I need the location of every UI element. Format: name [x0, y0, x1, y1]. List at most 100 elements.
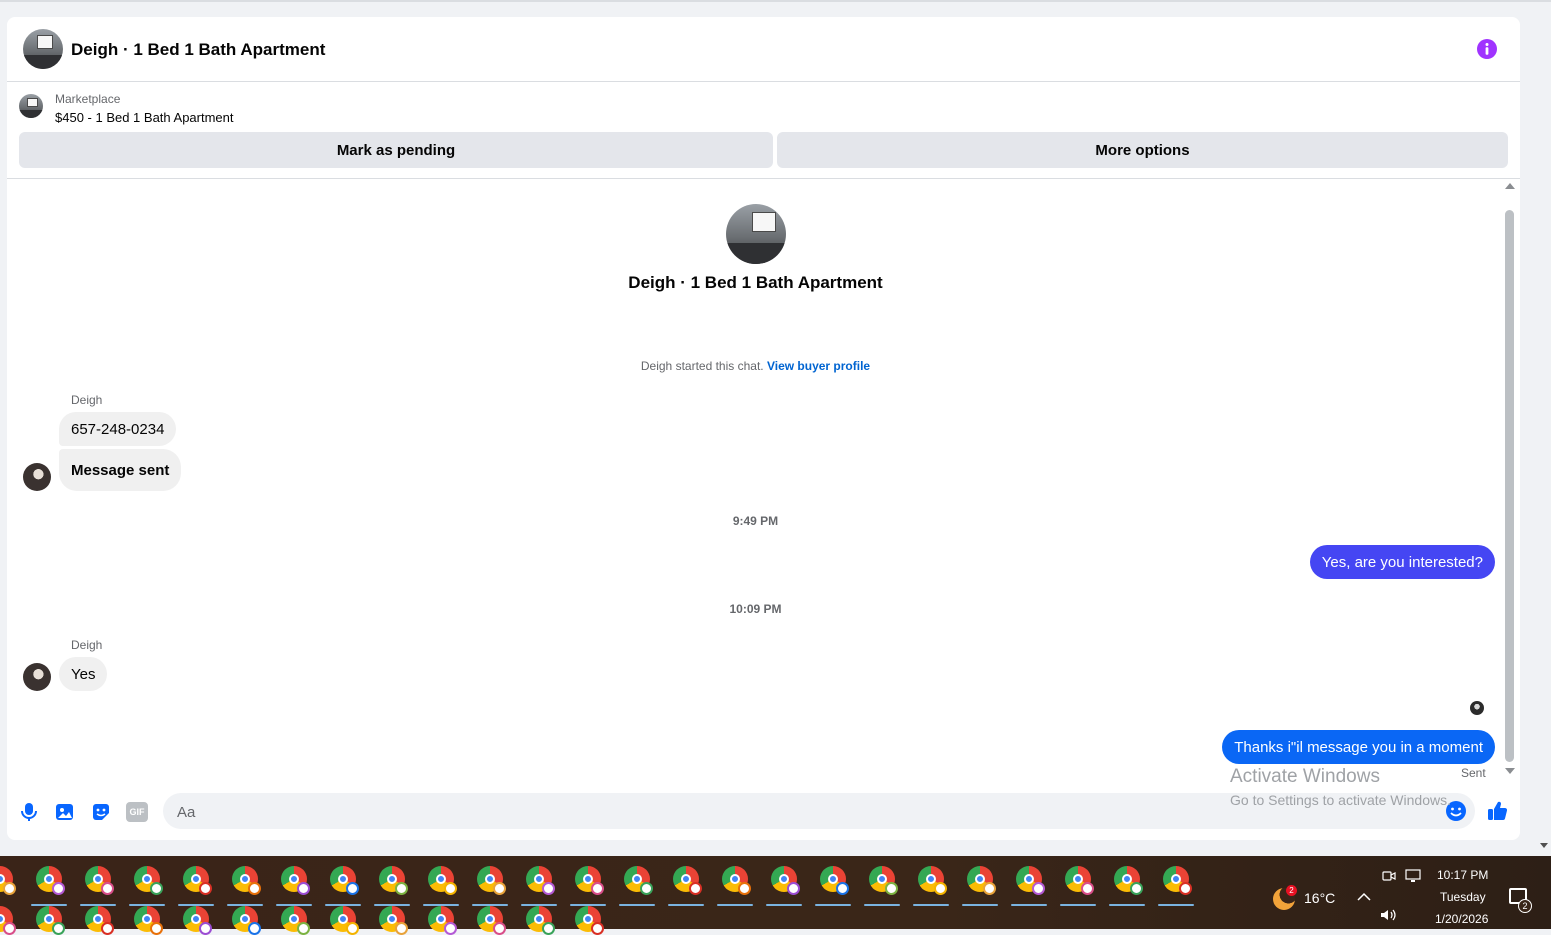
chat-started-notice: Deigh started this chat. View buyer prof…	[7, 359, 1504, 373]
info-icon[interactable]	[1477, 39, 1497, 59]
page-scroll-down-arrow[interactable]	[1540, 843, 1548, 848]
clock-time[interactable]: 10:17 PM	[1437, 868, 1488, 882]
chrome-taskbar-icon[interactable]	[428, 866, 457, 895]
chrome-taskbar-icon[interactable]	[477, 866, 506, 895]
clock-date[interactable]: 1/20/2026	[1435, 912, 1488, 926]
scroll-up-arrow[interactable]	[1505, 183, 1515, 189]
chrome-taskbar-icon[interactable]	[330, 866, 359, 895]
taskbar-running-indicator	[1060, 904, 1096, 906]
chrome-taskbar-icon[interactable]	[232, 906, 261, 935]
chrome-taskbar-icon[interactable]	[281, 906, 310, 935]
chrome-taskbar-icon[interactable]	[526, 906, 555, 935]
chrome-taskbar-icon[interactable]	[967, 866, 996, 895]
chrome-taskbar-icon[interactable]	[232, 866, 261, 895]
chrome-taskbar-icon[interactable]	[1114, 866, 1143, 895]
network-icon[interactable]	[1405, 869, 1421, 883]
message-composer: GIF	[7, 785, 1520, 840]
chrome-taskbar-icon[interactable]	[330, 906, 359, 935]
taskbar-running-indicator	[619, 904, 655, 906]
chrome-taskbar-icon[interactable]	[36, 906, 65, 935]
taskbar-running-indicator	[962, 904, 998, 906]
chat-window: Deigh · 1 Bed 1 Bath Apartment Marketpla…	[7, 17, 1520, 840]
message-sent-status: Sent	[1461, 766, 1486, 780]
emoji-icon[interactable]	[1445, 800, 1467, 822]
chat-title[interactable]: Deigh · 1 Bed 1 Bath Apartment	[71, 40, 325, 60]
seen-indicator-avatar	[1470, 701, 1484, 715]
microphone-icon[interactable]	[18, 801, 40, 823]
notification-count-badge: 2	[1518, 899, 1532, 913]
chrome-taskbar-icon[interactable]	[281, 866, 310, 895]
chrome-taskbar-icon[interactable]	[771, 866, 800, 895]
chrome-taskbar-icon[interactable]	[85, 866, 114, 895]
window-top-border	[0, 0, 1551, 2]
taskbar-running-indicator	[913, 904, 949, 906]
chevron-up-icon[interactable]	[1357, 892, 1371, 902]
message-input[interactable]	[175, 793, 1429, 831]
meet-now-icon[interactable]	[1382, 869, 1396, 883]
message-bubble[interactable]: Message sent	[59, 449, 182, 491]
gif-icon[interactable]: GIF	[126, 802, 148, 822]
chrome-taskbar-icon[interactable]	[134, 866, 163, 895]
message-sender-name: Deigh	[71, 638, 103, 652]
taskbar-running-indicator	[766, 904, 802, 906]
chrome-taskbar-icon[interactable]	[1065, 866, 1094, 895]
scrollbar-thumb[interactable]	[1505, 210, 1514, 762]
outgoing-message-bubble[interactable]: Yes, are you interested?	[1309, 545, 1495, 579]
view-buyer-profile-link[interactable]: View buyer profile	[767, 359, 870, 373]
chrome-taskbar-icon[interactable]	[526, 866, 555, 895]
message-input-container	[163, 793, 1475, 831]
chrome-taskbar-icon[interactable]	[575, 906, 604, 935]
chat-started-text: Deigh started this chat.	[640, 359, 764, 373]
chrome-taskbar-icon[interactable]	[379, 866, 408, 895]
buyer-avatar[interactable]	[23, 463, 51, 491]
chat-header: Deigh · 1 Bed 1 Bath Apartment	[7, 17, 1520, 82]
listing-avatar[interactable]	[23, 29, 63, 69]
listing-thumbnail[interactable]	[19, 94, 43, 118]
image-icon[interactable]	[54, 801, 76, 823]
chrome-taskbar-icon[interactable]	[673, 866, 702, 895]
temperature-readout[interactable]: 16°C	[1304, 890, 1335, 906]
chrome-taskbar-icon[interactable]	[428, 906, 457, 935]
chrome-taskbar-icon[interactable]	[477, 906, 506, 935]
chrome-taskbar-icon[interactable]	[624, 866, 653, 895]
chrome-taskbar-icon[interactable]	[85, 906, 114, 935]
taskbar-running-indicator	[717, 904, 753, 906]
marketplace-listing-bar: Marketplace $450 - 1 Bed 1 Bath Apartmen…	[7, 82, 1520, 179]
listing-price-title[interactable]: $450 - 1 Bed 1 Bath Apartment	[55, 110, 234, 125]
chrome-taskbar-icon[interactable]	[575, 866, 604, 895]
more-options-button[interactable]: More options	[777, 132, 1508, 168]
chrome-taskbar-icon[interactable]	[1016, 866, 1045, 895]
taskbar-running-indicator	[815, 904, 851, 906]
message-sender-name: Deigh	[71, 393, 103, 407]
chrome-taskbar-icon[interactable]	[379, 906, 408, 935]
outgoing-message-bubble[interactable]: Thanks i"il message you in a moment	[1222, 730, 1495, 764]
chrome-taskbar-icon[interactable]	[183, 906, 212, 935]
buyer-avatar[interactable]	[23, 663, 51, 691]
taskbar-running-indicator	[1109, 904, 1145, 906]
taskbar-running-indicator	[1158, 904, 1194, 906]
chrome-taskbar-icon[interactable]	[134, 906, 163, 935]
conversation-title: Deigh · 1 Bed 1 Bath Apartment	[628, 273, 883, 292]
mark-as-pending-button[interactable]: Mark as pending	[19, 132, 773, 168]
weather-badge: 2	[1286, 885, 1297, 896]
chrome-taskbar-icon[interactable]	[36, 866, 65, 895]
chrome-taskbar-icon[interactable]	[869, 866, 898, 895]
marketplace-label: Marketplace	[55, 92, 121, 106]
message-bubble[interactable]: 657-248-0234	[59, 412, 177, 446]
taskbar-running-indicator	[668, 904, 704, 906]
chrome-taskbar-icon[interactable]	[1163, 866, 1192, 895]
taskbar-running-indicator	[864, 904, 900, 906]
chrome-taskbar-icon[interactable]	[183, 866, 212, 895]
chrome-taskbar-icon[interactable]	[722, 866, 751, 895]
message-bubble[interactable]: Yes	[59, 657, 108, 691]
thumbs-up-icon[interactable]	[1487, 800, 1509, 822]
message-timestamp: 10:09 PM	[729, 602, 782, 616]
volume-icon[interactable]	[1380, 908, 1398, 922]
scroll-down-arrow[interactable]	[1505, 768, 1515, 774]
clock-day[interactable]: Tuesday	[1440, 890, 1486, 904]
sticker-icon[interactable]	[90, 801, 112, 823]
taskbar-running-indicator	[1011, 904, 1047, 906]
chrome-taskbar-icon[interactable]	[918, 866, 947, 895]
conversation-avatar[interactable]	[726, 204, 786, 264]
chrome-taskbar-icon[interactable]	[820, 866, 849, 895]
